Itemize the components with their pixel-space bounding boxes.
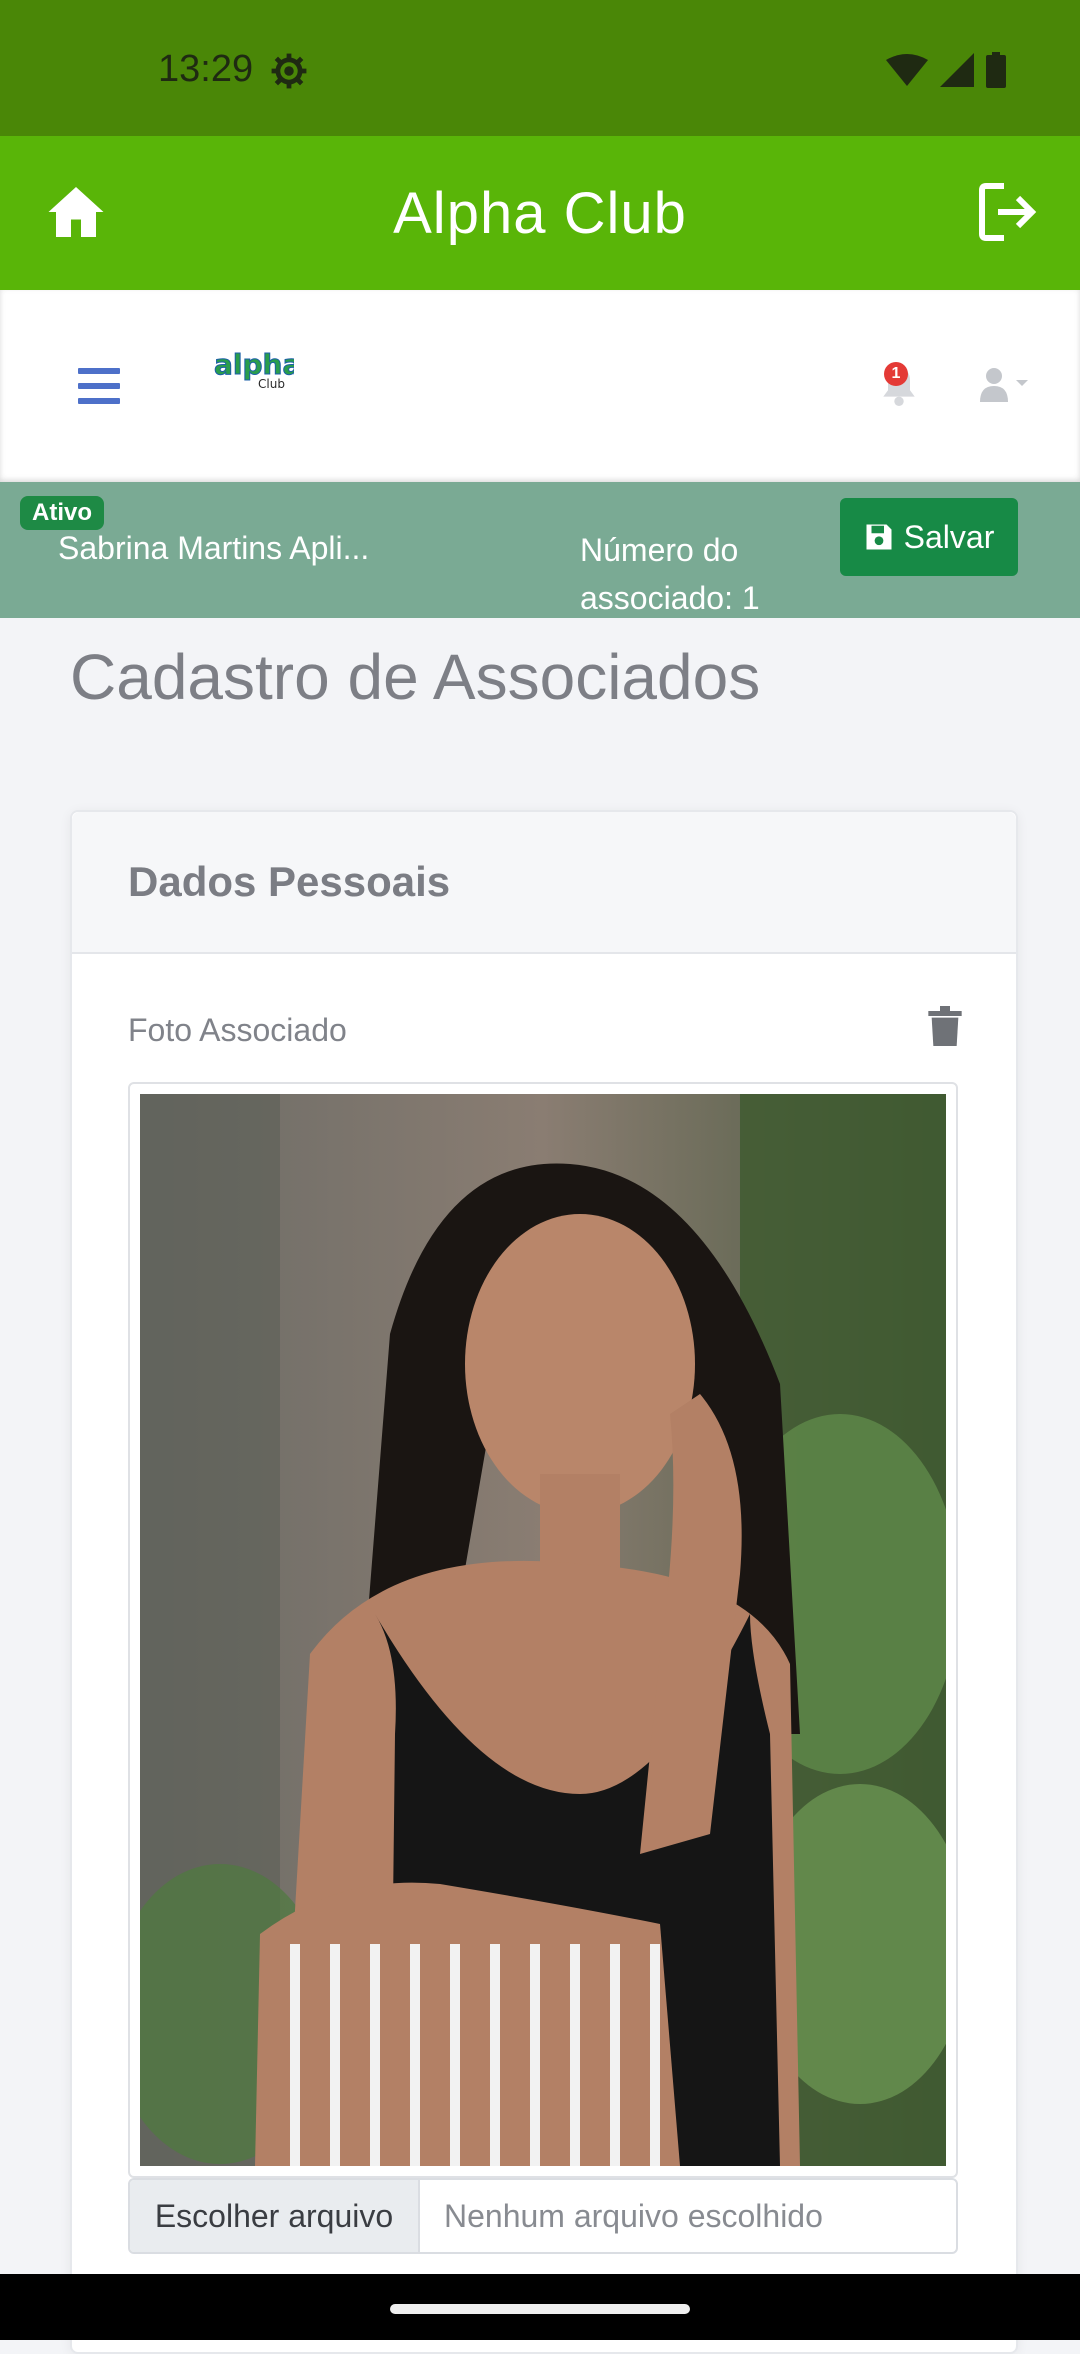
choose-file-button[interactable]: Escolher arquivo — [130, 2180, 420, 2252]
notification-badge: 1 — [884, 362, 908, 386]
trash-icon[interactable] — [928, 1006, 962, 1046]
member-name: Sabrina Martins Apli... — [58, 530, 370, 566]
user-avatar-dropdown-icon[interactable] — [978, 366, 1038, 406]
status-time: 13:29 — [158, 48, 254, 90]
save-button-label: Salvar — [903, 518, 995, 555]
home-gesture-handle[interactable] — [390, 2304, 690, 2314]
top-nav: alpha Club 1 — [0, 290, 1080, 482]
status-badge: Ativo — [20, 496, 104, 530]
member-number: Número do associado: 1 — [580, 532, 760, 616]
signal-icon — [940, 53, 974, 87]
save-button[interactable]: Salvar — [840, 498, 1018, 576]
status-bar: 13:29 — [0, 0, 1080, 136]
battery-icon — [986, 52, 1006, 88]
menu-icon[interactable] — [78, 368, 120, 404]
personal-data-card: Dados Pessoais Foto Associado Escolher a… — [70, 810, 1018, 2354]
logout-icon[interactable] — [976, 180, 1040, 244]
svg-text:Club: Club — [258, 377, 285, 391]
floppy-disk-icon — [866, 524, 892, 550]
photo-preview-frame — [128, 1082, 958, 2178]
member-photo — [140, 1094, 946, 2166]
file-status-text: Nenhum arquivo escolhido — [444, 2197, 823, 2234]
app-title: Alpha Club — [393, 181, 687, 246]
alpha-club-logo: alpha Club — [214, 348, 295, 392]
settings-gear-icon — [271, 53, 307, 89]
wifi-icon — [886, 54, 928, 86]
card-title: Dados Pessoais — [128, 858, 451, 905]
system-navigation-bar — [0, 2274, 1080, 2340]
app-bar: Alpha Club — [0, 136, 1080, 290]
page-title: Cadastro de Associados — [70, 641, 761, 713]
file-input[interactable]: Escolher arquivo Nenhum arquivo escolhid… — [128, 2178, 958, 2254]
status-icons — [886, 52, 1006, 88]
photo-label: Foto Associado — [128, 1012, 347, 1048]
